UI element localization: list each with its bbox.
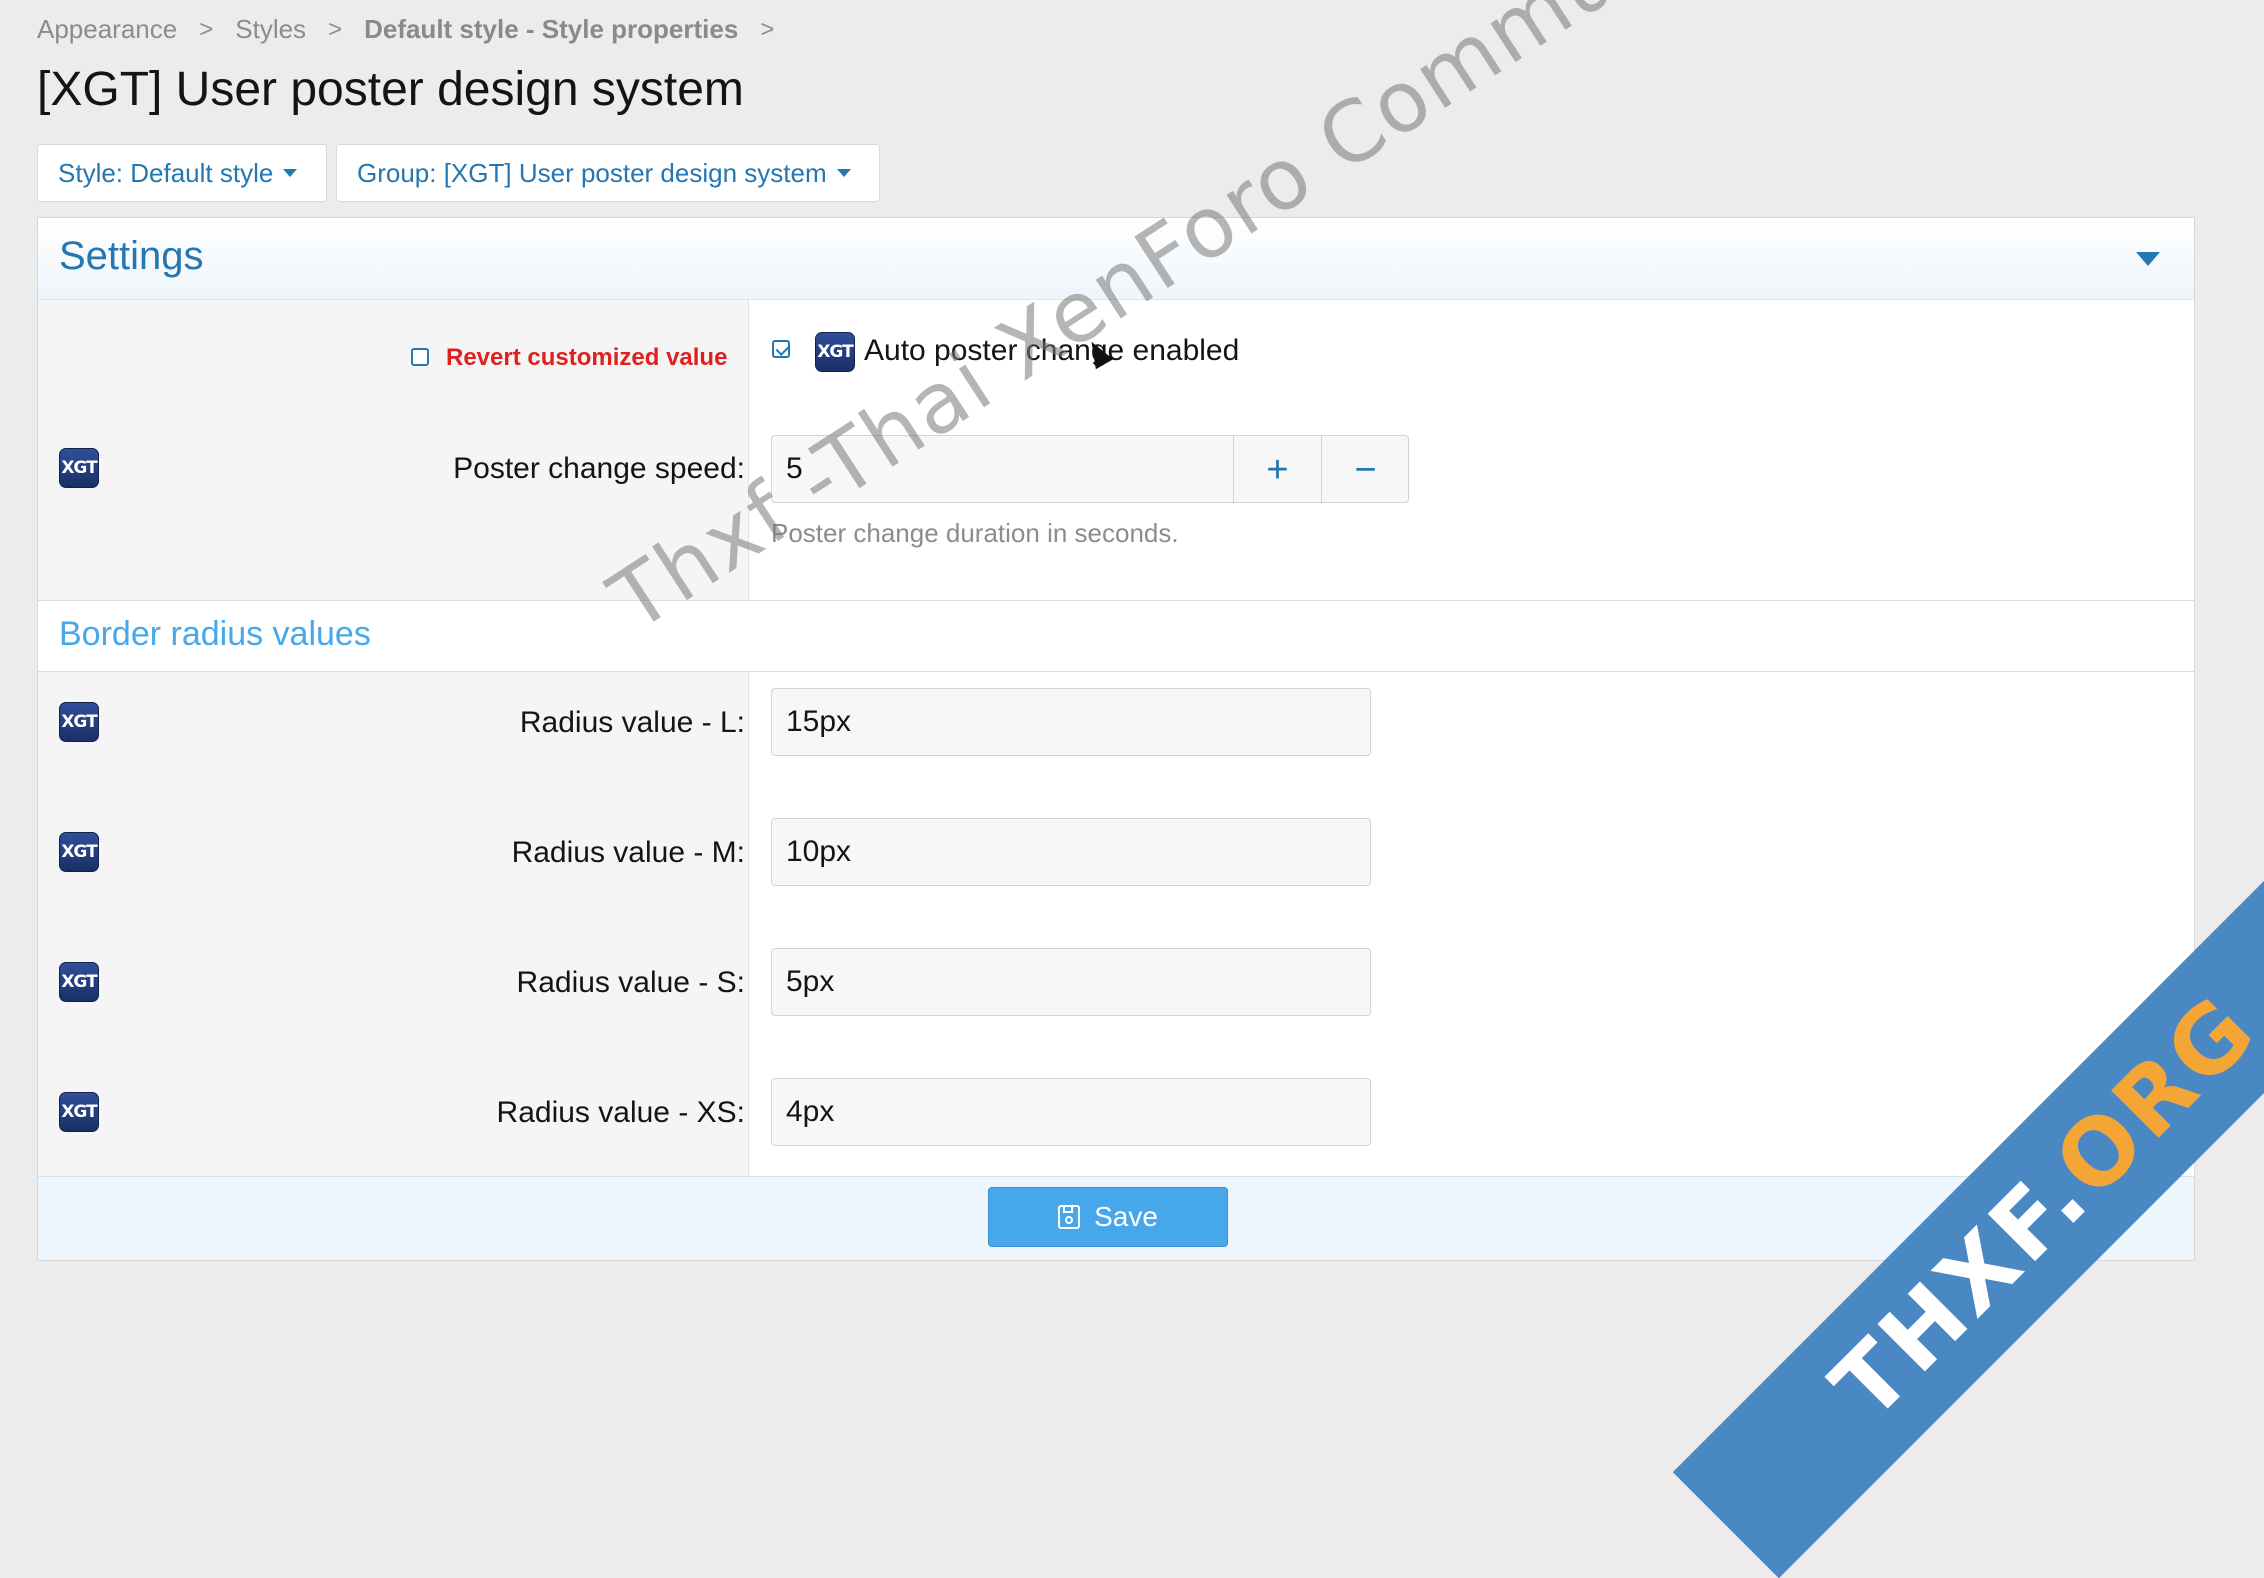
caret-down-icon xyxy=(283,169,298,177)
revert-checkbox[interactable] xyxy=(411,348,429,366)
chevron-right-icon: > xyxy=(760,15,775,43)
group-filter-button[interactable]: Group: [XGT] User poster design system xyxy=(336,144,880,202)
revert-label[interactable]: Revert customized value xyxy=(446,344,727,372)
radius-s-label: Radius value - S: xyxy=(516,966,745,999)
page-title: [XGT] User poster design system xyxy=(37,63,744,116)
section-title: Border radius values xyxy=(59,615,371,653)
decrement-button[interactable]: − xyxy=(1321,436,1409,504)
group-filter-label: Group: [XGT] User poster design system xyxy=(357,157,827,188)
panel-header[interactable]: Settings xyxy=(38,218,2194,300)
floppy-disk-icon xyxy=(1058,1205,1081,1229)
xgt-logo-icon: XGT xyxy=(59,1092,99,1132)
style-filter-button[interactable]: Style: Default style xyxy=(37,144,327,202)
auto-change-checkbox[interactable] xyxy=(772,340,790,358)
speed-input[interactable] xyxy=(772,435,1234,503)
form-footer: Save xyxy=(38,1176,2194,1260)
radius-m-label: Radius value - M: xyxy=(511,836,745,869)
breadcrumb: Appearance > Styles > Default style - St… xyxy=(37,14,796,45)
border-radius-section-header: Border radius values xyxy=(38,600,2194,672)
collapse-caret-icon[interactable] xyxy=(2136,252,2160,266)
xgt-logo-icon: XGT xyxy=(59,448,99,488)
settings-panel: Settings Revert customized value XGT Aut… xyxy=(37,217,2195,1261)
breadcrumb-style-properties[interactable]: Default style - Style properties xyxy=(364,14,738,45)
save-button[interactable]: Save xyxy=(988,1187,1228,1247)
radius-m-input[interactable] xyxy=(771,818,1371,886)
increment-button[interactable]: + xyxy=(1233,436,1321,504)
auto-change-label[interactable]: Auto poster change enabled xyxy=(864,334,1239,368)
speed-stepper: + − xyxy=(771,435,1409,504)
chevron-right-icon: > xyxy=(199,15,214,43)
xgt-logo-icon: XGT xyxy=(59,832,99,872)
save-label: Save xyxy=(1094,1201,1158,1232)
radius-s-input[interactable] xyxy=(771,948,1371,1016)
radius-l-input[interactable] xyxy=(771,688,1371,756)
chevron-right-icon: > xyxy=(328,15,343,43)
breadcrumb-appearance[interactable]: Appearance xyxy=(37,14,177,45)
panel-title: Settings xyxy=(59,234,204,278)
radius-xs-input[interactable] xyxy=(771,1078,1371,1146)
speed-label: Poster change speed: xyxy=(453,452,745,485)
radius-l-label: Radius value - L: xyxy=(519,706,745,739)
breadcrumb-styles[interactable]: Styles xyxy=(235,14,306,45)
radius-xs-label: Radius value - XS: xyxy=(496,1096,745,1129)
xgt-logo-icon: XGT xyxy=(815,332,855,372)
xgt-logo-icon: XGT xyxy=(59,702,99,742)
xgt-logo-icon: XGT xyxy=(59,962,99,1002)
speed-hint: Poster change duration in seconds. xyxy=(771,518,1179,548)
caret-down-icon xyxy=(836,169,851,177)
style-filter-label: Style: Default style xyxy=(58,157,274,188)
